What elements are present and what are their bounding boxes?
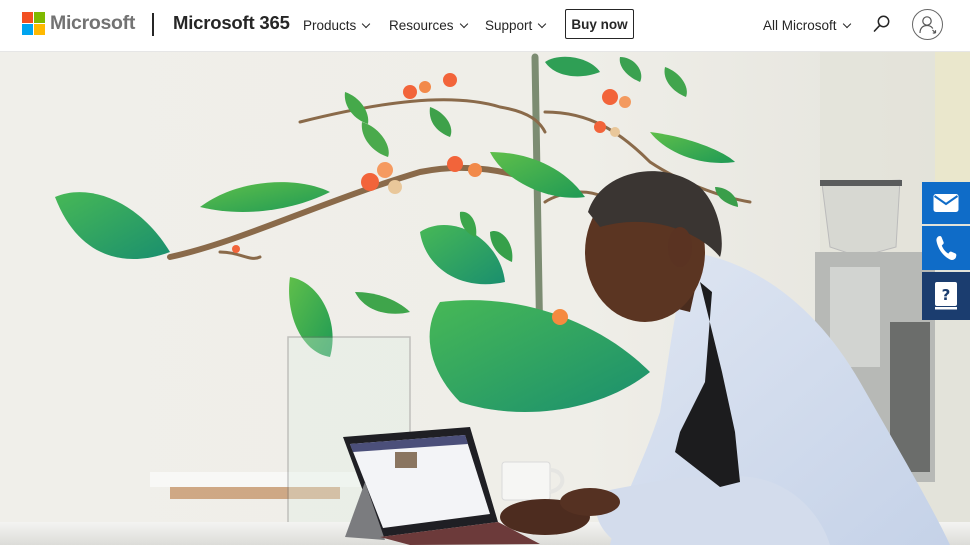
nav-products-label: Products — [303, 17, 357, 33]
mail-icon — [933, 194, 959, 212]
account-icon — [918, 15, 936, 34]
contact-phone-button[interactable] — [922, 226, 970, 270]
contact-sidebar: ? — [922, 182, 970, 320]
product-title-link[interactable]: Microsoft 365 — [173, 12, 290, 34]
chevron-down-icon — [362, 19, 371, 28]
contact-email-button[interactable] — [922, 182, 970, 224]
nav-products[interactable]: Products — [303, 0, 371, 50]
coffee-grinder — [821, 179, 901, 258]
header-divider — [152, 13, 154, 36]
all-microsoft-menu[interactable]: All Microsoft — [763, 0, 851, 50]
phone-icon — [936, 236, 957, 260]
nav-resources[interactable]: Resources — [389, 0, 468, 50]
search-icon — [873, 15, 890, 32]
svg-text:?: ? — [942, 286, 951, 304]
nav-support-label: Support — [485, 17, 533, 33]
help-button[interactable]: ? — [922, 272, 970, 320]
chevron-down-icon — [842, 19, 851, 28]
all-microsoft-label: All Microsoft — [763, 17, 837, 33]
chevron-down-icon — [459, 19, 468, 28]
brand-name: Microsoft — [50, 12, 136, 34]
nav-support[interactable]: Support — [485, 0, 547, 50]
hero-image — [0, 52, 970, 545]
microsoft-logo-icon — [22, 12, 45, 35]
sign-in-button[interactable] — [912, 9, 943, 40]
nav-resources-label: Resources — [389, 17, 454, 33]
hero-illustration — [0, 52, 970, 545]
microsoft-logo-link[interactable]: Microsoft — [22, 12, 135, 35]
search-button[interactable] — [872, 14, 892, 34]
site-header: Microsoft Microsoft 365 Products Resourc… — [0, 0, 970, 52]
buy-now-button[interactable]: Buy now — [565, 9, 634, 39]
chevron-down-icon — [538, 19, 547, 28]
help-book-icon: ? — [935, 282, 957, 310]
